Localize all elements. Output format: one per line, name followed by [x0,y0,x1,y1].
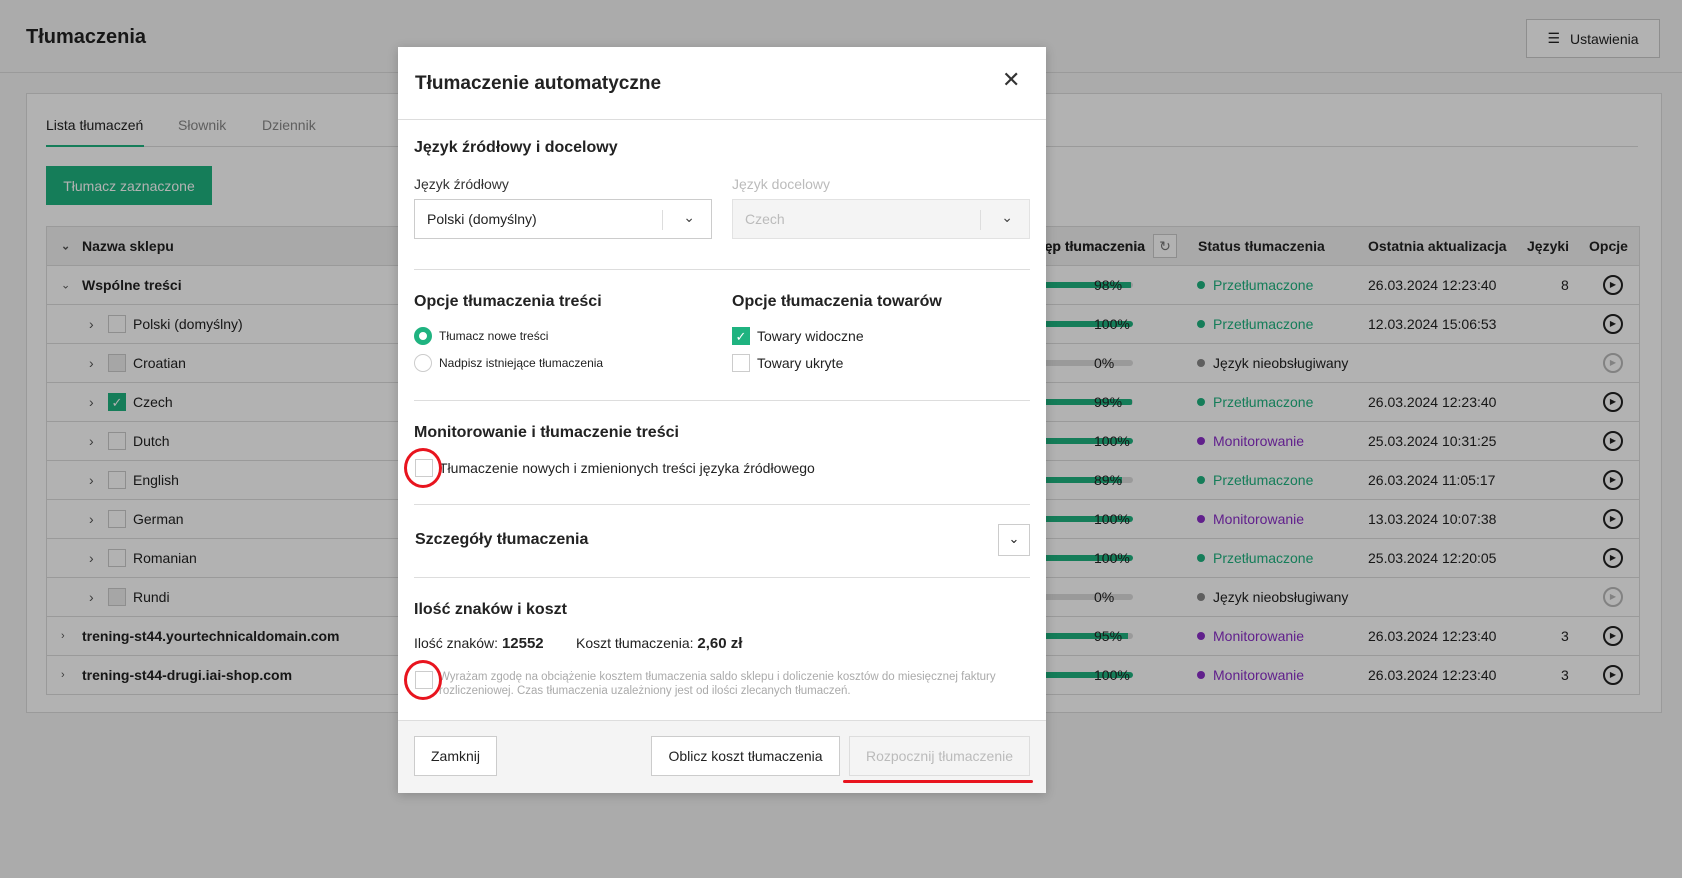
visible-products-label: Towary widoczne [757,328,864,344]
target-label: Język docelowy [732,176,831,192]
cost-title: Ilość znaków i koszt [414,601,567,618]
divider [414,269,1030,270]
lang-section-title: Język źródłowy i docelowy [414,139,618,156]
product-options-title: Opcje tłumaczenia towarów [732,293,942,310]
target-value: Czech [745,211,785,227]
radio-overwrite[interactable] [414,354,432,372]
monitor-label: Tłumaczenie nowych i zmienionych treści … [439,460,815,476]
annotation-circle [404,660,442,700]
chevron-down-icon: ⌄ [1001,209,1013,225]
cost-label: Koszt tłumaczenia: [576,635,694,651]
cost-value: 2,60 zł [697,635,743,652]
annotation-circle [404,448,442,488]
divider [414,577,1030,578]
source-value: Polski (domyślny) [427,211,537,227]
hidden-products-label: Towary ukryte [757,355,844,371]
checkbox-visible-products[interactable]: ✓ [732,327,750,345]
chevron-down-icon: ⌄ [683,209,695,225]
divider [414,504,1030,505]
checkbox-hidden-products[interactable] [732,354,750,372]
modal-title: Tłumaczenie automatyczne [415,73,662,94]
source-label: Język źródłowy [414,176,509,192]
annotation-underline [843,780,1033,783]
divider [398,119,1046,120]
radio-new-content-label: Tłumacz nowe treści [439,329,549,343]
consent-text: Wyrażam zgodę na obciążenie kosztem tłum… [439,671,996,697]
source-language-select[interactable]: Polski (domyślny) ⌄ [414,199,712,239]
chars-value: 12552 [501,635,544,652]
monitor-title: Monitorowanie i tłumaczenie treści [414,424,679,441]
divider [414,400,1030,401]
cost: Koszt tłumaczenia: 2,60 zł [576,635,742,652]
target-language-select: Czech ⌄ [732,199,1030,239]
select-separator [980,210,981,230]
radio-new-content[interactable] [414,327,432,345]
auto-translate-modal: Tłumaczenie automatyczne ✕ Język źródłow… [398,47,1046,793]
content-options-title: Opcje tłumaczenia treści [414,293,602,310]
start-translation-button[interactable]: Rozpocznij tłumaczenie [849,736,1030,776]
chars-count: Ilość znaków: 12552 [414,635,544,652]
close-icon[interactable]: ✕ [1002,67,1020,93]
chars-label: Ilość znaków: [414,635,499,651]
details-title: Szczegóły tłumaczenia [415,531,589,548]
close-button[interactable]: Zamknij [414,736,497,776]
select-separator [662,210,663,230]
radio-overwrite-label: Nadpisz istniejące tłumaczenia [439,356,604,370]
chevron-down-icon[interactable]: ⌄ [998,524,1030,556]
calculate-cost-button[interactable]: Oblicz koszt tłumaczenia [651,736,840,776]
